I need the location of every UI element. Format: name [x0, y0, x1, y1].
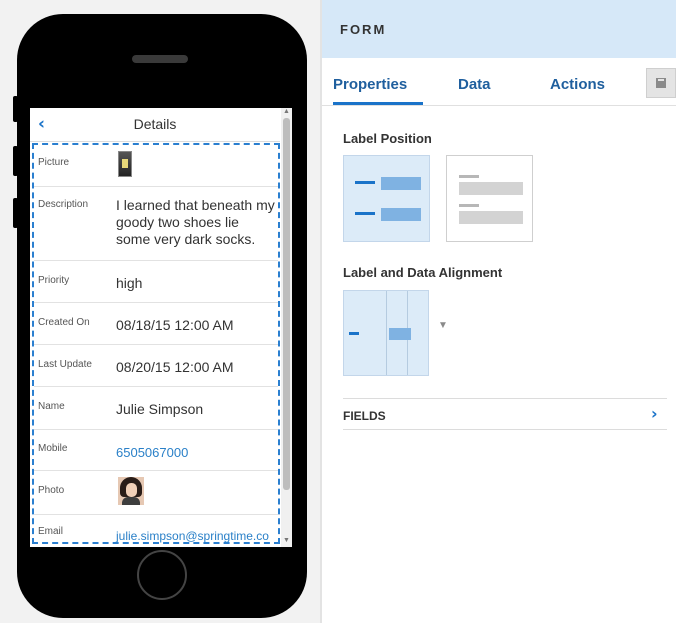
alignment-dropdown-icon[interactable]: ▼	[438, 320, 448, 331]
volume-down-button	[13, 198, 18, 228]
fields-section-title[interactable]: FIELDS	[343, 409, 386, 423]
screen-scrollbar[interactable]: ▲ ▼	[281, 108, 292, 547]
phone-screen: ‹ Details Picture Description I learned …	[30, 108, 292, 547]
field-row-description[interactable]: Description I learned that beneath my go…	[34, 187, 278, 261]
more-tabs-button[interactable]	[646, 68, 676, 98]
field-value: 08/20/15 12:00 AM	[116, 359, 234, 375]
scroll-up-arrow-icon[interactable]: ▲	[283, 108, 290, 115]
field-label: Photo	[38, 485, 65, 496]
field-row-mobile[interactable]: Mobile 6505067000	[34, 430, 278, 471]
field-label: Mobile	[38, 443, 68, 454]
panel-divider	[320, 0, 322, 623]
field-label: Email	[38, 526, 64, 537]
field-value: high	[116, 275, 143, 291]
tab-properties[interactable]: Properties	[333, 76, 407, 93]
field-row-email[interactable]: Email julie.simpson@springtime.co	[34, 515, 278, 545]
fields-divider-top	[343, 398, 667, 399]
scroll-down-arrow-icon[interactable]: ▼	[283, 537, 290, 544]
field-label: Picture	[38, 157, 70, 168]
field-value: Julie Simpson	[116, 401, 204, 417]
field-value: 08/18/15 12:00 AM	[116, 317, 234, 333]
alignment-title: Label and Data Alignment	[343, 265, 503, 280]
field-label: Description	[38, 199, 89, 210]
mute-switch	[13, 96, 18, 122]
panel-title: FORM	[340, 22, 387, 37]
field-row-created-on[interactable]: Created On 08/18/15 12:00 AM	[34, 303, 278, 345]
label-position-top-option[interactable]	[446, 155, 533, 242]
field-row-priority[interactable]: Priority high	[34, 261, 278, 303]
label-position-left-option[interactable]	[343, 155, 430, 242]
volume-up-button	[13, 146, 18, 176]
chevron-right-icon[interactable]: ›	[651, 404, 658, 423]
scroll-thumb[interactable]	[283, 118, 290, 490]
tab-data[interactable]: Data	[458, 76, 491, 93]
field-label: Name	[38, 401, 65, 412]
panel-header: FORM	[322, 0, 676, 58]
field-row-name[interactable]: Name Julie Simpson	[34, 387, 278, 430]
field-value: I learned that beneath my goody two shoe…	[116, 197, 275, 247]
fields-divider-bottom	[343, 429, 667, 430]
tab-divider	[322, 105, 676, 106]
field-label: Last Update	[38, 359, 92, 370]
speaker-grille	[132, 55, 188, 63]
screen-title: Details	[133, 116, 177, 132]
email-link[interactable]: julie.simpson@springtime.co	[116, 528, 269, 545]
user-photo-icon	[118, 477, 144, 505]
form-layout[interactable]: Picture Description I learned that benea…	[32, 143, 280, 544]
picture-thumbnail-icon	[118, 151, 132, 177]
field-row-picture[interactable]: Picture	[34, 145, 278, 187]
label-data-alignment-option[interactable]	[343, 290, 429, 376]
field-label: Priority	[38, 275, 70, 286]
screen-header: ‹ Details	[30, 108, 280, 142]
mobile-link[interactable]: 6505067000	[116, 444, 188, 461]
label-position-title: Label Position	[343, 131, 432, 146]
home-button	[137, 550, 187, 600]
field-label: Created On	[38, 317, 90, 328]
component-icon	[656, 78, 666, 88]
field-row-last-update[interactable]: Last Update 08/20/15 12:00 AM	[34, 345, 278, 387]
tab-actions[interactable]: Actions	[550, 76, 605, 93]
field-row-photo[interactable]: Photo	[34, 471, 278, 515]
